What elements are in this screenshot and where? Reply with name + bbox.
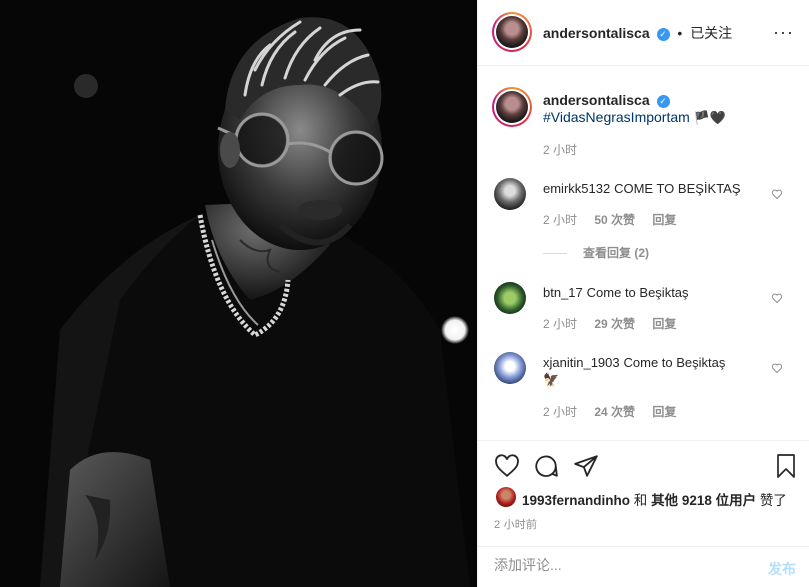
comments-area[interactable]: andersontalisca ✓ #VidasNegrasImportam 🏴… <box>478 67 809 440</box>
header-user-line: andersontalisca ✓ • 已关注 <box>543 23 732 43</box>
comment-username[interactable]: btn_17 <box>543 285 583 300</box>
comment-like-heart-icon[interactable] <box>771 188 783 200</box>
comment-text: Come to Beşiktaş <box>623 355 726 370</box>
comment-username[interactable]: emirkk5132 <box>543 181 610 196</box>
share-paper-plane-icon[interactable] <box>573 453 599 479</box>
caption-text: #VidasNegrasImportam 🏴🖤 <box>543 109 726 126</box>
likes-summary: 1993fernandinho 和 其他 9218 位用户 赞了 <box>522 489 787 509</box>
comment-time: 2 小时 <box>543 405 578 419</box>
comment-meta: 2 小时 50 次赞 回复 <box>543 211 676 228</box>
comment-reply-button[interactable]: 回复 <box>652 317 676 331</box>
liker-username[interactable]: 1993fernandinho <box>522 493 630 508</box>
view-replies-button[interactable]: 查看回复 (2) <box>543 244 649 261</box>
like-heart-icon[interactable] <box>494 453 520 479</box>
comment-text: Come to Beşiktaş <box>586 285 689 300</box>
add-comment-bar: 发布 <box>478 546 809 587</box>
comment-emoji: 🦅 <box>543 372 560 387</box>
comment-like-heart-icon[interactable] <box>771 292 783 304</box>
comment-likes[interactable]: 29 次赞 <box>594 317 635 331</box>
author-avatar[interactable] <box>492 12 532 52</box>
comment-avatar[interactable] <box>494 282 526 314</box>
comment-reply-button[interactable]: 回复 <box>652 213 676 227</box>
likes-suffix: 赞了 <box>759 493 787 508</box>
comment-bubble-icon[interactable] <box>533 453 559 479</box>
follow-status-button[interactable]: 已关注 <box>690 25 732 41</box>
post-comment-button[interactable]: 发布 <box>768 559 796 579</box>
post-timestamp[interactable]: 2 小时前 <box>494 516 537 532</box>
comment-likes[interactable]: 24 次赞 <box>594 405 635 419</box>
verified-badge-icon: ✓ <box>656 27 670 41</box>
header-username[interactable]: andersontalisca <box>543 25 650 41</box>
comment-meta: 2 小时 29 次赞 回复 <box>543 315 676 332</box>
comment-time: 2 小时 <box>543 317 578 331</box>
comment-body: xjanitin_1903 Come to Beşiktaş 🦅 <box>543 354 758 388</box>
header-separator: • <box>677 25 683 41</box>
comment-input[interactable] <box>494 557 744 573</box>
post-side-panel: andersontalisca ✓ • 已关注 ··· andersontali… <box>477 0 809 587</box>
save-bookmark-icon[interactable] <box>774 453 798 479</box>
comment-body: emirkk5132 COME TO BEŞİKTAŞ <box>543 180 741 196</box>
comment-text: COME TO BEŞİKTAŞ <box>614 181 741 196</box>
instagram-post-modal: andersontalisca ✓ • 已关注 ··· andersontali… <box>0 0 809 587</box>
post-actions: 1993fernandinho 和 其他 9218 位用户 赞了 2 小时前 <box>478 440 809 545</box>
caption-avatar[interactable] <box>492 87 532 127</box>
caption-username-line: andersontalisca ✓ <box>543 92 670 108</box>
comment-body: btn_17 Come to Beşiktaş <box>543 284 689 300</box>
comment-meta: 2 小时 24 次赞 回复 <box>543 403 676 420</box>
likes-conj: 和 <box>633 493 648 508</box>
comment-avatar[interactable] <box>494 178 526 210</box>
comment-like-heart-icon[interactable] <box>771 362 783 374</box>
post-header: andersontalisca ✓ • 已关注 ··· <box>478 0 809 66</box>
post-photo[interactable] <box>0 0 477 587</box>
portrait-image <box>0 0 477 587</box>
view-replies-label: 查看回复 (2) <box>583 246 650 260</box>
comment-avatar[interactable] <box>494 352 526 384</box>
comment-likes[interactable]: 50 次赞 <box>594 213 635 227</box>
verified-badge-icon: ✓ <box>656 94 670 108</box>
caption-emoji: 🏴🖤 <box>693 110 727 125</box>
caption-username[interactable]: andersontalisca <box>543 92 650 108</box>
comment-time: 2 小时 <box>543 213 578 227</box>
likes-others[interactable]: 其他 9218 位用户 <box>651 493 756 508</box>
liker-avatar[interactable] <box>496 487 516 507</box>
caption-hashtag[interactable]: #VidasNegrasImportam <box>543 109 690 125</box>
comment-reply-button[interactable]: 回复 <box>652 405 676 419</box>
caption-time: 2 小时 <box>543 143 578 157</box>
more-options-icon[interactable]: ··· <box>773 22 794 43</box>
comment-username[interactable]: xjanitin_1903 <box>543 355 620 370</box>
